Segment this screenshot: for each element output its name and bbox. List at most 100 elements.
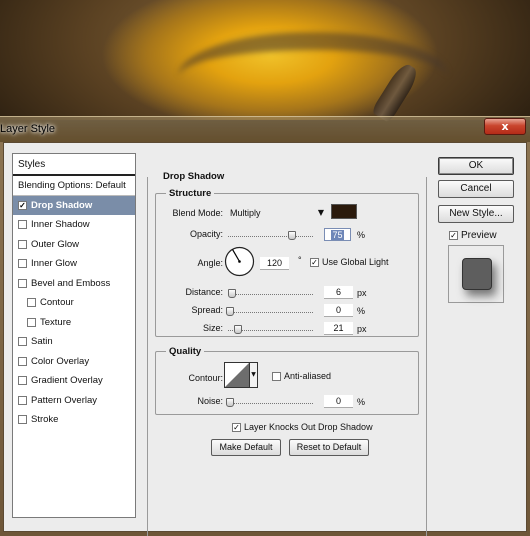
noise-input[interactable]: 0 (324, 395, 353, 408)
structure-group: Structure Blend Mode: Multiply ▼ Opacity… (155, 188, 419, 337)
angle-label: Angle: (197, 258, 223, 268)
distance-input[interactable]: 6 (324, 286, 353, 299)
spread-slider-thumb[interactable] (226, 307, 234, 316)
distance-slider-thumb[interactable] (228, 289, 236, 298)
reset-to-default-button[interactable]: Reset to Default (289, 439, 369, 456)
spread-label: Spread: (191, 305, 223, 315)
checkbox-icon[interactable] (18, 220, 27, 230)
shadow-color-swatch[interactable] (331, 204, 357, 219)
checkbox-icon[interactable] (27, 298, 36, 308)
spread-input[interactable]: 0 (324, 304, 353, 317)
checkbox-icon[interactable] (18, 356, 27, 366)
checkbox-icon[interactable] (18, 259, 27, 269)
layer-knocks-out-label: Layer Knocks Out Drop Shadow (244, 422, 373, 432)
size-input[interactable]: 21 (324, 322, 353, 335)
contour-picker[interactable]: ▼ (224, 362, 259, 388)
drop-shadow-title: Drop Shadow (160, 171, 228, 182)
titlebar[interactable]: Layer Style x (0, 116, 530, 142)
checkbox-icon: ✓ (310, 257, 319, 267)
style-item-label: Blending Options: Default (18, 179, 126, 191)
spread-value: 0 (335, 305, 341, 315)
checkbox-icon[interactable] (18, 395, 27, 405)
noise-slider-thumb[interactable] (226, 398, 234, 407)
style-item-bevel-and-emboss[interactable]: Bevel and Emboss (13, 274, 135, 294)
size-value: 21 (333, 323, 344, 333)
close-icon: x (501, 120, 509, 133)
anti-aliased-checkbox[interactable]: Anti-aliased (272, 371, 331, 381)
spread-unit: % (357, 306, 366, 316)
blend-mode-select[interactable]: Multiply ▼ (227, 205, 327, 220)
checkbox-icon[interactable] (18, 278, 27, 288)
close-button[interactable]: x (484, 118, 526, 135)
distance-unit: px (357, 288, 367, 298)
preview-label: Preview (461, 230, 497, 241)
checkbox-icon (272, 371, 281, 381)
contour-icon (224, 362, 250, 388)
dialog-client: Styles Blending Options: Default ✓ Drop Sh… (3, 142, 527, 536)
blend-mode-label: Blend Mode: (172, 208, 223, 218)
checkbox-icon[interactable] (27, 317, 36, 327)
checkbox-icon: ✓ (232, 422, 241, 432)
style-item-blending-options-default[interactable]: Blending Options: Default (13, 176, 135, 196)
size-label: Size: (202, 323, 223, 333)
preview-checkbox[interactable]: ✓ Preview (449, 230, 497, 241)
ok-button[interactable]: OK (438, 157, 514, 175)
angle-dial[interactable] (224, 246, 255, 277)
use-global-light-checkbox[interactable]: ✓ Use Global Light (310, 257, 389, 267)
style-item-texture[interactable]: Texture (13, 313, 135, 333)
opacity-input[interactable]: 75 (324, 228, 351, 241)
use-global-light-label: Use Global Light (322, 257, 389, 267)
opacity-label: Opacity: (189, 229, 223, 239)
style-item-contour[interactable]: Contour (13, 293, 135, 313)
background-photo (0, 0, 530, 124)
checkbox-icon[interactable] (18, 337, 27, 347)
cancel-button[interactable]: Cancel (438, 180, 514, 198)
make-default-button[interactable]: Make Default (211, 439, 281, 456)
checkbox-icon[interactable] (18, 376, 27, 386)
spread-slider-track[interactable] (228, 312, 313, 313)
window-frame: Styles Blending Options: Default ✓ Drop Sh… (0, 142, 530, 536)
style-item-label: Outer Glow (31, 238, 80, 250)
style-item-label: Bevel and Emboss (31, 277, 111, 289)
checkbox-icon[interactable] (18, 239, 27, 249)
checkbox-icon[interactable]: ✓ (18, 200, 27, 210)
layer-style-dialog: Layer Style x Styles Blending Options: D… (0, 116, 530, 536)
style-item-label: Color Overlay (31, 355, 90, 367)
distance-slider-track[interactable] (228, 294, 313, 295)
style-item-label: Gradient Overlay (31, 375, 103, 387)
drop-shadow-panel: Drop Shadow Structure Blend Mode: Multip… (147, 171, 427, 536)
checkbox-icon[interactable] (18, 415, 27, 425)
quality-title: Quality (166, 346, 205, 357)
opacity-slider-thumb[interactable] (287, 231, 296, 240)
style-item-label: Stroke (31, 414, 59, 426)
style-item-inner-glow[interactable]: Inner Glow (13, 254, 135, 274)
angle-unit: ° (298, 255, 302, 265)
style-item-satin[interactable]: Satin (13, 332, 135, 352)
preview-thumbnail (448, 245, 504, 303)
style-item-inner-shadow[interactable]: Inner Shadow (13, 215, 135, 235)
opacity-value: 75 (331, 230, 344, 240)
style-item-drop-shadow[interactable]: ✓ Drop Shadow (13, 195, 135, 215)
size-unit: px (357, 324, 367, 334)
style-item-label: Satin (31, 336, 53, 348)
contour-dropdown-icon[interactable]: ▼ (250, 362, 258, 388)
opacity-slider-track[interactable] (228, 236, 313, 237)
contour-label: Contour: (188, 373, 223, 383)
noise-unit: % (357, 397, 366, 407)
noise-slider-track[interactable] (228, 403, 313, 404)
style-rows: Blending Options: Default ✓ Drop Shadow Inn… (13, 176, 135, 430)
style-item-outer-glow[interactable]: Outer Glow (13, 235, 135, 255)
style-item-pattern-overlay[interactable]: Pattern Overlay (13, 391, 135, 411)
size-slider-thumb[interactable] (234, 325, 242, 334)
style-item-color-overlay[interactable]: Color Overlay (13, 352, 135, 372)
new-style-button[interactable]: New Style... (438, 205, 514, 223)
styles-header[interactable]: Styles (13, 154, 135, 176)
style-item-gradient-overlay[interactable]: Gradient Overlay (13, 371, 135, 391)
opacity-unit: % (357, 230, 366, 240)
angle-input[interactable]: 120 (260, 257, 289, 270)
style-item-stroke[interactable]: Stroke (13, 410, 135, 430)
checkbox-icon: ✓ (449, 231, 458, 240)
style-item-label: Contour (40, 297, 74, 309)
style-item-label: Pattern Overlay (31, 394, 97, 406)
layer-knocks-out-checkbox[interactable]: ✓ Layer Knocks Out Drop Shadow (232, 422, 373, 432)
